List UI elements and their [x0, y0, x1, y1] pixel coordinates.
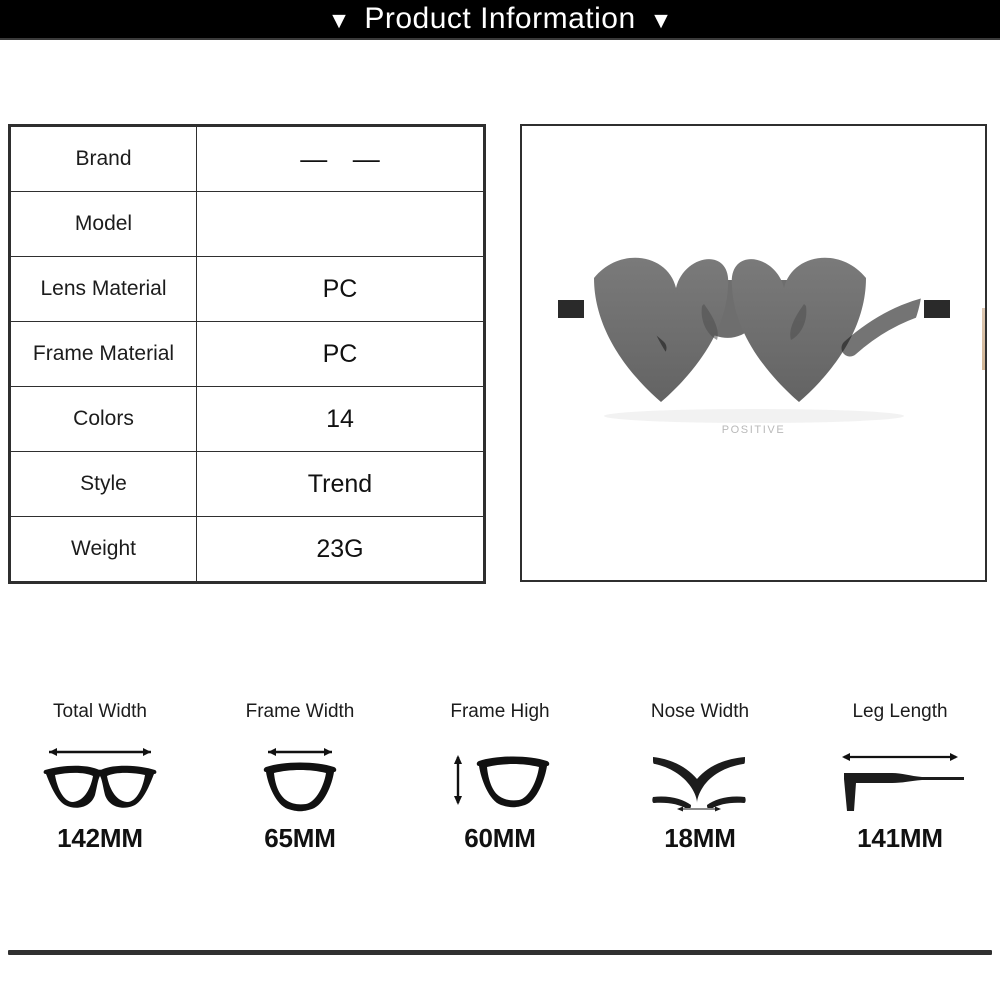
page-edge-sliver: [982, 308, 985, 370]
measurement-value: 60MM: [464, 823, 536, 853]
frame-single-lens-icon: [250, 739, 350, 819]
table-row: Frame Material PC: [10, 321, 484, 387]
measurement-label: Leg Length: [852, 701, 948, 722]
product-view-caption: POSITIVE: [721, 424, 786, 436]
measurement-leg-length: Leg Length 141MM: [800, 690, 1000, 880]
spec-value: [196, 191, 484, 257]
spec-value: 23G: [196, 516, 484, 582]
measurements-section: Total Width 142MM Frame Width 65MM Frame…: [0, 690, 1000, 880]
spec-key: Weight: [10, 516, 197, 582]
spec-value: PC: [196, 256, 484, 322]
spec-value: PC: [196, 321, 484, 387]
left-hinge: [557, 300, 584, 318]
header-inner: ▼ Product Information ▼: [328, 4, 673, 34]
bottom-divider: [8, 950, 992, 955]
measurement-nose-width: Nose Width 18MM: [600, 690, 800, 880]
specification-table: Brand — — Model Lens Material PC Frame M…: [8, 124, 486, 584]
spec-key: Lens Material: [10, 256, 197, 322]
spec-key: Colors: [10, 386, 197, 452]
table-row: Colors 14: [10, 386, 484, 452]
table-row: Model: [10, 191, 484, 257]
right-lens: [731, 257, 922, 402]
table-row: Style Trend: [10, 451, 484, 517]
measurement-label: Nose Width: [650, 701, 750, 722]
measurement-value: 142MM: [57, 823, 143, 853]
spec-table-body: Brand — — Model Lens Material PC Frame M…: [10, 126, 484, 582]
glasses-front-icon: [35, 739, 165, 819]
temple-arm-icon: [830, 739, 970, 819]
measurement-value: 65MM: [264, 823, 336, 853]
measurement-total-width: Total Width 142MM: [0, 690, 200, 880]
frame-height-icon: [445, 739, 555, 819]
heart-sunglasses-image: [557, 257, 950, 423]
measurement-value: 18MM: [664, 823, 736, 853]
right-hinge: [923, 300, 950, 318]
table-row: Weight 23G: [10, 516, 484, 582]
chevron-down-icon-right: ▼: [649, 6, 673, 33]
spec-key: Brand: [10, 126, 197, 192]
spec-value: Trend: [196, 451, 484, 517]
measurement-frame-high: Frame High 60MM: [400, 690, 600, 880]
spec-value: — —: [196, 126, 484, 192]
spec-key: Frame Material: [10, 321, 197, 387]
left-lens: [593, 257, 728, 402]
spec-value: 14: [196, 386, 484, 452]
measurement-frame-width: Frame Width 65MM: [200, 690, 400, 880]
spec-key: Model: [10, 191, 197, 257]
product-image-stage: POSITIVE: [522, 126, 985, 580]
table-row: Brand — —: [10, 126, 484, 192]
product-image-panel: POSITIVE: [520, 124, 987, 582]
measurement-label: Total Width: [53, 701, 147, 722]
chevron-down-icon-left: ▼: [327, 6, 351, 33]
nose-bridge-icon: [645, 739, 755, 819]
measurement-label: Frame High: [450, 701, 550, 722]
header-banner: ▼ Product Information ▼: [0, 0, 1000, 40]
measurement-value: 141MM: [857, 823, 943, 853]
page-title: Product Information: [364, 2, 636, 35]
table-row: Lens Material PC: [10, 256, 484, 322]
spec-key: Style: [10, 451, 197, 517]
measurement-label: Frame Width: [245, 701, 355, 722]
